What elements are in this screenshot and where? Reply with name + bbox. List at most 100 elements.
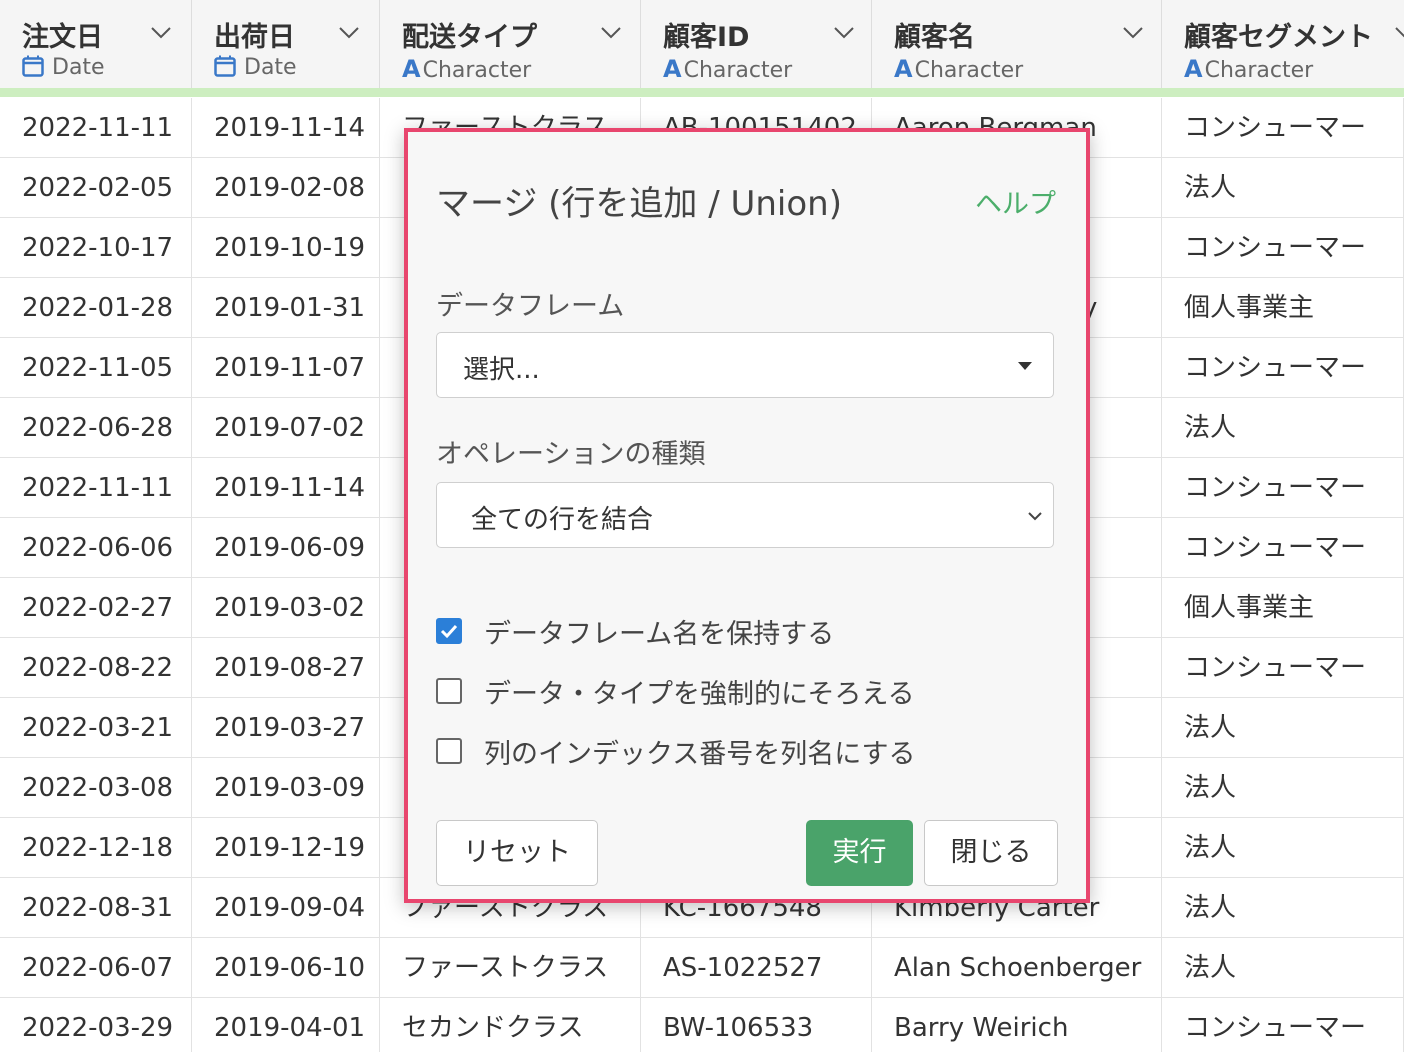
cell-ship-date[interactable]: 2019-03-02 [192,578,380,638]
cell-ship-date[interactable]: 2019-03-27 [192,698,380,758]
cell-customer-name[interactable]: Barry Weirich [872,998,1162,1052]
cell-customer-segment[interactable]: コンシューマー [1162,218,1404,278]
cell-customer-segment[interactable]: コンシューマー [1162,458,1404,518]
header-bar [0,88,1404,97]
cell-customer-segment[interactable]: コンシューマー [1162,998,1404,1052]
chevron-down-icon [1028,512,1042,521]
cell-order-date[interactable]: 2022-10-17 [0,218,192,278]
cell-order-date[interactable]: 2022-11-11 [0,458,192,518]
caret-down-icon [1018,362,1032,370]
operation-select[interactable]: 全ての行を結合 [436,482,1054,548]
cell-order-date[interactable]: 2022-02-05 [0,158,192,218]
column-header-ship-mode[interactable]: 配送タイプ ACharacter [380,0,641,88]
cell-customer-segment[interactable]: コンシューマー [1162,638,1404,698]
column-type-label: Character [1204,58,1314,83]
calendar-icon [22,55,44,77]
character-A-icon: A [894,55,913,83]
cell-ship-date[interactable]: 2019-11-14 [192,98,380,158]
cell-ship-date[interactable]: 2019-04-01 [192,998,380,1052]
table-row[interactable]: 2022-06-07 2019-06-10 ファーストクラス AS-1022527 Al… [0,938,1404,998]
keep-dataframe-name-label[interactable]: データフレーム名を保持する [484,612,834,651]
cell-ship-date[interactable]: 2019-10-19 [192,218,380,278]
cell-ship-mode[interactable]: セカンドクラス [380,998,641,1052]
cell-customer-id[interactable]: AS-1022527 [641,938,872,998]
cell-order-date[interactable]: 2022-06-28 [0,398,192,458]
force-data-type-checkbox[interactable] [436,678,462,704]
cell-customer-segment[interactable]: 個人事業主 [1162,278,1404,338]
cell-ship-date[interactable]: 2019-11-14 [192,458,380,518]
cell-order-date[interactable]: 2022-03-29 [0,998,192,1052]
cell-ship-date[interactable]: 2019-08-27 [192,638,380,698]
cell-ship-date[interactable]: 2019-09-04 [192,878,380,938]
cell-ship-date[interactable]: 2019-03-09 [192,758,380,818]
index-as-column-name-label[interactable]: 列のインデックス番号を列名にする [484,732,915,771]
chevron-down-icon[interactable] [1122,26,1144,40]
cell-order-date[interactable]: 2022-06-06 [0,518,192,578]
table-row[interactable]: 2022-03-29 2019-04-01 セカンドクラス BW-106533 Barr… [0,998,1404,1052]
column-name: 顧客名 [894,22,975,53]
chevron-down-icon[interactable] [150,26,172,40]
column-type-label: Date [52,55,105,80]
character-A-icon: A [1184,55,1203,83]
chevron-down-icon[interactable] [833,26,855,40]
chevron-down-icon[interactable] [1394,26,1404,40]
close-button[interactable]: 閉じる [924,820,1058,886]
cell-customer-segment[interactable]: 法人 [1162,818,1404,878]
force-data-type-label[interactable]: データ・タイプを強制的にそろえる [484,672,915,711]
column-header-customer-id[interactable]: 顧客ID ACharacter [641,0,872,88]
cell-customer-segment[interactable]: 法人 [1162,698,1404,758]
index-as-column-name-checkbox[interactable] [436,738,462,764]
column-header-customer-segment[interactable]: 顧客セグメント ACharacter [1162,0,1404,88]
checkmark-icon [440,624,458,639]
operation-label: オペレーションの種類 [436,439,706,470]
keep-dataframe-name-checkbox[interactable] [436,618,462,644]
run-button[interactable]: 実行 [806,820,913,886]
column-type-label: Date [244,55,297,80]
cell-customer-segment[interactable]: 個人事業主 [1162,578,1404,638]
cell-customer-id[interactable]: BW-106533 [641,998,872,1052]
operation-select-value: 全ての行を結合 [471,505,654,535]
column-type-label: Character [422,58,532,83]
dataframe-select[interactable]: 選択... [436,332,1054,398]
cell-ship-date[interactable]: 2019-11-07 [192,338,380,398]
cell-customer-segment[interactable]: コンシューマー [1162,338,1404,398]
cell-order-date[interactable]: 2022-11-11 [0,98,192,158]
cell-ship-date[interactable]: 2019-12-19 [192,818,380,878]
cell-order-date[interactable]: 2022-01-28 [0,278,192,338]
cell-order-date[interactable]: 2022-11-05 [0,338,192,398]
cell-customer-name[interactable]: Alan Schoenberger [872,938,1162,998]
help-link[interactable]: ヘルプ [975,182,1056,221]
cell-order-date[interactable]: 2022-02-27 [0,578,192,638]
dialog-title: マージ (行を追加 / Union) [436,184,842,224]
column-header-order-date[interactable]: 注文日 Date [0,0,192,88]
grid-header: 注文日 Date 出荷日 Date 配送タイプ ACharacter 顧客ID … [0,0,1404,88]
cell-customer-segment[interactable]: 法人 [1162,938,1404,998]
cell-customer-segment[interactable]: コンシューマー [1162,98,1404,158]
column-type: ACharacter [894,55,1023,83]
cell-order-date[interactable]: 2022-12-18 [0,818,192,878]
column-header-ship-date[interactable]: 出荷日 Date [192,0,380,88]
cell-order-date[interactable]: 2022-08-31 [0,878,192,938]
column-header-customer-name[interactable]: 顧客名 ACharacter [872,0,1162,88]
cell-ship-date[interactable]: 2019-06-10 [192,938,380,998]
cell-customer-segment[interactable]: 法人 [1162,758,1404,818]
column-type: ACharacter [1184,55,1313,83]
cell-customer-segment[interactable]: 法人 [1162,158,1404,218]
cell-customer-segment[interactable]: 法人 [1162,398,1404,458]
cell-customer-segment[interactable]: 法人 [1162,878,1404,938]
reset-button[interactable]: リセット [436,820,598,886]
cell-order-date[interactable]: 2022-06-07 [0,938,192,998]
cell-order-date[interactable]: 2022-03-08 [0,758,192,818]
cell-ship-mode[interactable]: ファーストクラス [380,938,641,998]
cell-customer-segment[interactable]: コンシューマー [1162,518,1404,578]
cell-ship-date[interactable]: 2019-02-08 [192,158,380,218]
cell-ship-date[interactable]: 2019-07-02 [192,398,380,458]
cell-order-date[interactable]: 2022-03-21 [0,698,192,758]
cell-order-date[interactable]: 2022-08-22 [0,638,192,698]
column-type: ACharacter [402,55,531,83]
chevron-down-icon[interactable] [600,26,622,40]
cell-ship-date[interactable]: 2019-06-09 [192,518,380,578]
chevron-down-icon[interactable] [338,26,360,40]
cell-ship-date[interactable]: 2019-01-31 [192,278,380,338]
column-name: 顧客ID [663,22,750,53]
